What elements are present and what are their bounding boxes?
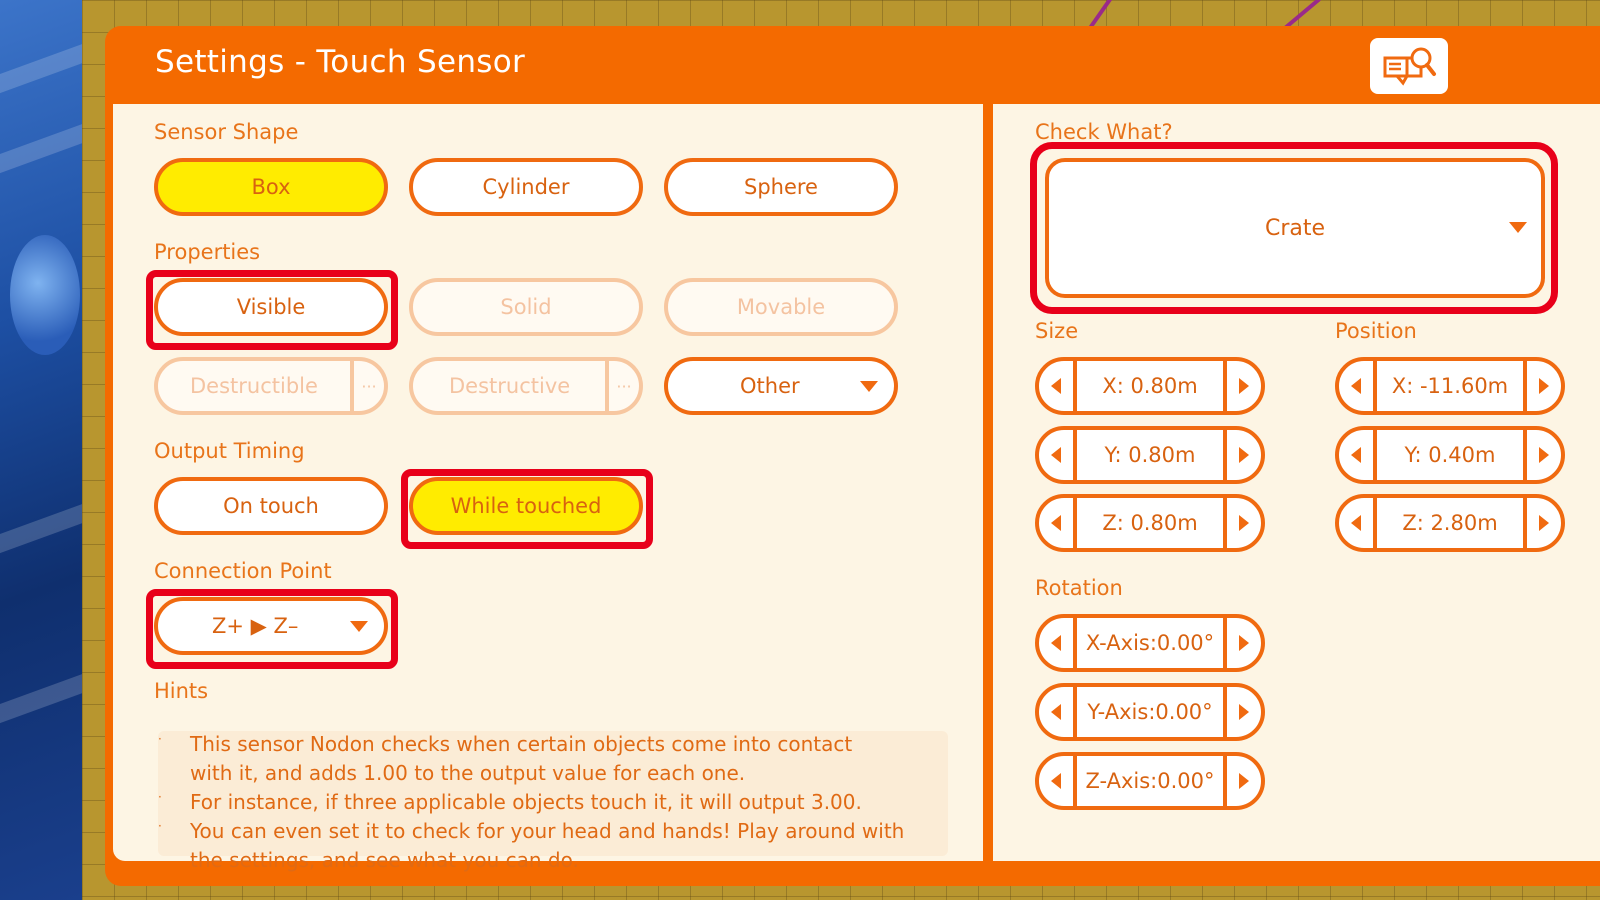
right-settings-column: Check What? Crate Size Position X: 0.80m… [993, 104, 1600, 861]
decrement-button[interactable] [1339, 430, 1377, 480]
hints-box: · This sensor Nodon checks when certain o… [158, 731, 948, 872]
decrement-button[interactable] [1339, 361, 1377, 411]
increment-button[interactable] [1523, 430, 1561, 480]
arrow-right-icon [1239, 515, 1249, 531]
increment-button[interactable] [1523, 498, 1561, 548]
decrement-button[interactable] [1339, 498, 1377, 548]
rotation-z-value: Z-Axis:0.00° [1085, 769, 1215, 793]
hint-line: · This sensor Nodon checks when certain o… [158, 732, 853, 756]
decrement-button[interactable] [1039, 618, 1077, 668]
other-dropdown[interactable]: Other [664, 357, 898, 415]
position-x-value: X: -11.60m [1391, 374, 1509, 398]
shape-sphere-button[interactable]: Sphere [664, 158, 898, 216]
left-settings-column: Sensor Shape Box Cylinder Sphere Propert… [113, 104, 983, 872]
connection-point-value: Z+ ▶ Z– [212, 614, 299, 638]
position-z-stepper[interactable]: Z: 2.80m [1335, 494, 1565, 552]
hints-label: Hints [154, 679, 209, 703]
size-x-value: X: 0.80m [1102, 374, 1198, 398]
arrow-left-icon [1051, 378, 1061, 394]
size-z-stepper[interactable]: Z: 0.80m [1035, 494, 1265, 552]
visible-toggle[interactable]: Visible [154, 278, 388, 336]
decrement-button[interactable] [1039, 756, 1077, 806]
destructive-toggle[interactable]: Destructive ··· [409, 357, 643, 415]
arrow-right-icon [1539, 378, 1549, 394]
book-magnifier-icon [1383, 47, 1436, 86]
rotation-z-stepper[interactable]: Z-Axis:0.00° [1035, 752, 1265, 810]
arrow-left-icon [1351, 378, 1361, 394]
hint-line: the settings, and see what you can do. [190, 848, 579, 872]
decrement-button[interactable] [1039, 361, 1077, 411]
caret-down-icon [350, 621, 368, 632]
increment-button[interactable] [1223, 687, 1261, 737]
destructive-label: Destructive [449, 374, 571, 398]
movable-toggle[interactable]: Movable [664, 278, 898, 336]
panel-title: Settings - Touch Sensor [155, 44, 526, 80]
settings-panel: Settings - Touch Sensor Sensor Shape Box… [105, 26, 1600, 886]
decrement-button[interactable] [1039, 687, 1077, 737]
rotation-x-stepper[interactable]: X-Axis:0.00° [1035, 614, 1265, 672]
increment-button[interactable] [1223, 756, 1261, 806]
size-label: Size [1035, 319, 1079, 343]
arrow-right-icon [1239, 773, 1249, 789]
rotation-x-value: X-Axis:0.00° [1085, 631, 1215, 655]
arrow-left-icon [1051, 447, 1061, 463]
position-z-value: Z: 2.80m [1402, 511, 1498, 535]
arrow-left-icon [1351, 447, 1361, 463]
position-label: Position [1335, 319, 1417, 343]
arrow-right-icon [1239, 704, 1249, 720]
other-label: Other [740, 374, 800, 398]
hint-line: with it, and adds 1.00 to the output val… [190, 761, 746, 785]
size-x-stepper[interactable]: X: 0.80m [1035, 357, 1265, 415]
increment-button[interactable] [1223, 498, 1261, 548]
hint-line: · You can even set it to check for your h… [158, 819, 905, 843]
rotation-label: Rotation [1035, 576, 1123, 600]
decrement-button[interactable] [1039, 498, 1077, 548]
destructible-toggle[interactable]: Destructible ··· [154, 357, 388, 415]
size-y-value: Y: 0.80m [1104, 443, 1196, 467]
destructible-more-button[interactable]: ··· [354, 361, 384, 411]
position-y-value: Y: 0.40m [1404, 443, 1496, 467]
increment-button[interactable] [1223, 618, 1261, 668]
arrow-left-icon [1051, 635, 1061, 651]
position-y-stepper[interactable]: Y: 0.40m [1335, 426, 1565, 484]
check-what-dropdown[interactable]: Crate [1045, 158, 1545, 298]
hint-line: · For instance, if three applicable objec… [158, 790, 862, 814]
size-y-stepper[interactable]: Y: 0.80m [1035, 426, 1265, 484]
solid-toggle[interactable]: Solid [409, 278, 643, 336]
output-timing-label: Output Timing [154, 439, 305, 463]
check-what-label: Check What? [1035, 120, 1173, 144]
shape-box-button[interactable]: Box [154, 158, 388, 216]
rotation-y-stepper[interactable]: Y-Axis:0.00° [1035, 683, 1265, 741]
decrement-button[interactable] [1039, 430, 1077, 480]
arrow-right-icon [1539, 447, 1549, 463]
caret-down-icon [860, 381, 878, 392]
while-touched-button[interactable]: While touched [409, 477, 643, 535]
destructive-more-button[interactable]: ··· [609, 361, 639, 411]
rotation-y-value: Y-Axis:0.00° [1087, 700, 1213, 724]
arrow-right-icon [1539, 515, 1549, 531]
arrow-left-icon [1351, 515, 1361, 531]
caret-down-icon [1509, 222, 1527, 233]
check-what-value: Crate [1264, 215, 1326, 241]
on-touch-button[interactable]: On touch [154, 477, 388, 535]
destructible-label: Destructible [190, 374, 318, 398]
position-x-stepper[interactable]: X: -11.60m [1335, 357, 1565, 415]
size-z-value: Z: 0.80m [1102, 511, 1198, 535]
increment-button[interactable] [1523, 361, 1561, 411]
properties-label: Properties [154, 240, 261, 264]
arrow-right-icon [1239, 635, 1249, 651]
help-button[interactable] [1370, 38, 1448, 94]
connection-point-dropdown[interactable]: Z+ ▶ Z– [154, 597, 388, 655]
shape-cylinder-button[interactable]: Cylinder [409, 158, 643, 216]
connection-point-label: Connection Point [154, 559, 332, 583]
arrow-left-icon [1051, 704, 1061, 720]
increment-button[interactable] [1223, 361, 1261, 411]
arrow-right-icon [1239, 378, 1249, 394]
arrow-left-icon [1051, 515, 1061, 531]
arrow-left-icon [1051, 773, 1061, 789]
increment-button[interactable] [1223, 430, 1261, 480]
background-photo [0, 0, 82, 900]
arrow-right-icon [1239, 447, 1249, 463]
sensor-shape-label: Sensor Shape [154, 120, 299, 144]
